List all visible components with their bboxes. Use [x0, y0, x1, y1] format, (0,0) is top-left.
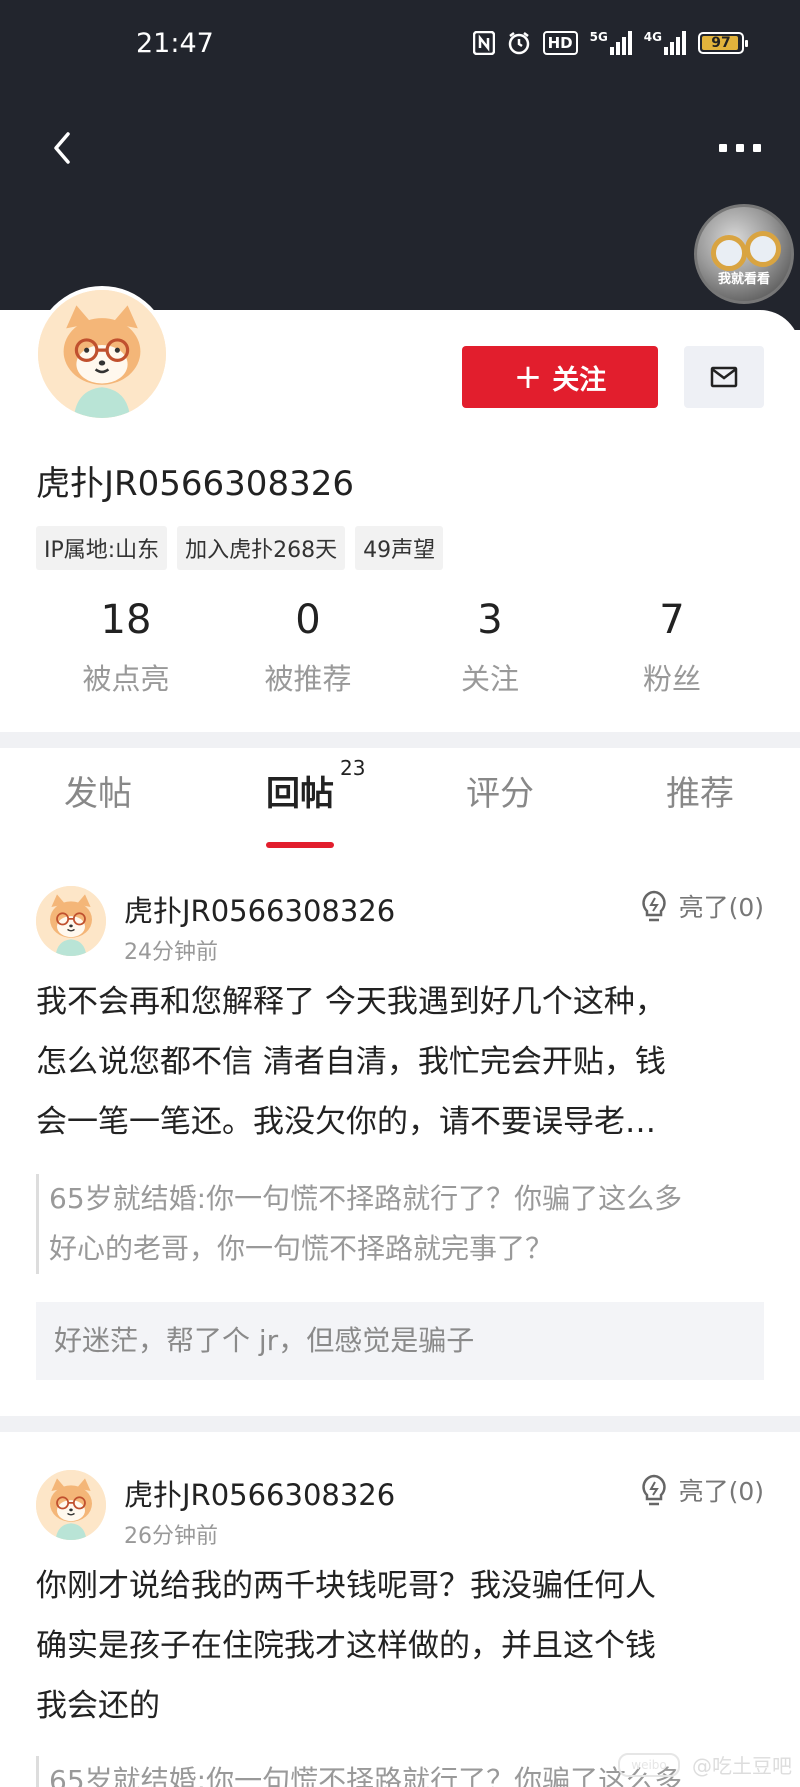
mail-icon [710, 366, 738, 388]
post-author[interactable]: 虎扑JR0566308326 [124, 888, 395, 930]
post-avatar[interactable] [36, 886, 106, 956]
network-label-2: 4G [643, 30, 662, 44]
join-days-tag: 加入虎扑268天 [177, 526, 346, 570]
stat-label: 被推荐 [264, 662, 352, 696]
like-button[interactable]: 亮了(0) [639, 888, 764, 924]
medal-badge[interactable]: 我就看看 [694, 204, 794, 304]
follow-button[interactable]: + 关注 [462, 346, 658, 408]
profile-avatar[interactable] [34, 286, 170, 422]
tab-replies[interactable]: 回帖 23 [266, 756, 365, 815]
post-avatar[interactable] [36, 1470, 106, 1540]
profile-stats: 18 被点亮 0 被推荐 3 关注 7 粉丝 [0, 594, 800, 704]
tab-replies-count: 23 [340, 756, 366, 780]
glasses-icon [711, 235, 747, 271]
network-label-1: 5G [589, 30, 608, 44]
lightbulb-icon [641, 890, 666, 922]
hd-label: HD [542, 31, 578, 55]
tab-recommend[interactable]: 推荐 [666, 766, 734, 815]
status-time: 21:47 [136, 28, 214, 59]
tab-replies-label: 回帖 [266, 774, 334, 814]
alarm-icon [507, 30, 531, 56]
content-line: 会一笔一笔还。我没欠你的，请不要误导老… [36, 1104, 656, 1140]
hd-voice-icon: HD [542, 30, 578, 56]
tab-ratings[interactable]: 评分 [466, 766, 534, 815]
nfc-icon [472, 30, 495, 56]
profile-tags: IP属地:山东 加入虎扑268天 49声望 [36, 526, 444, 570]
post-content: 你刚才说给我的两千块钱呢哥？我没骗任何人 确实是孩子在住院我才这样做的，并且这个… [36, 1556, 766, 1736]
thread-title-link[interactable]: 好迷茫，帮了个 jr，但感觉是骗子 [36, 1302, 764, 1380]
stat-value: 18 [100, 597, 152, 643]
chevron-left-icon [54, 132, 70, 164]
active-tab-indicator [266, 842, 334, 848]
content-tabs: 发帖 回帖 23 评分 推荐 [0, 756, 800, 854]
more-dots-icon [719, 144, 727, 152]
stat-lit[interactable]: 18 被点亮 [36, 594, 216, 698]
watermark-text: @吃土豆吧 [692, 1754, 792, 1778]
post-time: 26分钟前 [124, 1524, 218, 1549]
weibo-logo-icon: weibo [618, 1752, 680, 1777]
status-bar: 21:47 HD 5G 4G 97 [0, 0, 800, 92]
stat-following[interactable]: 3 关注 [400, 594, 580, 698]
stat-followers[interactable]: 7 粉丝 [582, 594, 762, 698]
section-divider [0, 1416, 800, 1432]
quoted-reply[interactable]: 65岁就结婚:你一句慌不择路就行了？你骗了这么多 好心的老哥，你一句慌不择路就完… [36, 1174, 766, 1274]
content-line: 我不会再和您解释了 今天我遇到好几个这种， [36, 984, 666, 1020]
battery-icon: 97 [698, 32, 748, 54]
watermark: weibo @吃土豆吧 [618, 1750, 792, 1779]
message-button[interactable] [684, 346, 764, 408]
reputation-tag: 49声望 [355, 526, 444, 570]
more-button[interactable] [714, 138, 766, 158]
signal-4g-icon: 4G [644, 30, 686, 56]
stat-label: 被点亮 [82, 662, 170, 696]
post-content: 我不会再和您解释了 今天我遇到好几个这种， 怎么说您都不信 清者自清，我忙完会开… [36, 972, 766, 1152]
fox-avatar-icon [36, 1470, 106, 1540]
medal-caption: 我就看看 [717, 272, 770, 287]
stat-label: 关注 [460, 662, 519, 696]
stat-value: 3 [477, 597, 503, 643]
like-label: 亮了(0) [678, 893, 764, 922]
status-icons: HD 5G 4G 97 [472, 30, 748, 56]
stat-label: 粉丝 [642, 662, 701, 696]
lightbulb-icon [641, 1474, 666, 1506]
stat-value: 0 [295, 597, 321, 643]
reply-item[interactable]: 虎扑JR0566308326 26分钟前 亮了(0) 你刚才说给我的两千块钱呢哥… [0, 1432, 800, 1787]
fox-avatar-icon [36, 886, 106, 956]
stat-recommended[interactable]: 0 被推荐 [218, 594, 398, 698]
plus-icon: + [513, 357, 543, 397]
content-line: 怎么说您都不信 清者自清，我忙完会开贴，钱 [36, 1044, 666, 1080]
content-line: 我会还的 [36, 1688, 160, 1724]
ip-location-tag: IP属地:山东 [36, 526, 168, 570]
follow-label: 关注 [552, 364, 607, 396]
back-button[interactable] [44, 124, 84, 172]
quote-line: 好心的老哥，你一句慌不择路就完事了？ [49, 1232, 554, 1265]
like-label: 亮了(0) [678, 1477, 764, 1506]
section-divider [0, 732, 800, 748]
stat-value: 7 [659, 597, 685, 643]
battery-level: 97 [711, 35, 731, 51]
post-author[interactable]: 虎扑JR0566308326 [124, 1472, 395, 1514]
quote-line: 65岁就结婚:你一句慌不择路就行了？你骗了这么多 [49, 1182, 683, 1215]
signal-5g-icon: 5G [590, 30, 632, 56]
tab-posts[interactable]: 发帖 [64, 766, 132, 815]
like-button[interactable]: 亮了(0) [639, 1472, 764, 1508]
post-time: 24分钟前 [124, 940, 218, 965]
content-line: 你刚才说给我的两千块钱呢哥？我没骗任何人 [36, 1568, 656, 1604]
profile-username: 虎扑JR0566308326 [36, 464, 354, 504]
fox-avatar-icon [38, 290, 166, 418]
content-line: 确实是孩子在住院我才这样做的，并且这个钱 [36, 1628, 656, 1664]
reply-item[interactable]: 虎扑JR0566308326 24分钟前 亮了(0) 我不会再和您解释了 今天我… [0, 868, 800, 1408]
